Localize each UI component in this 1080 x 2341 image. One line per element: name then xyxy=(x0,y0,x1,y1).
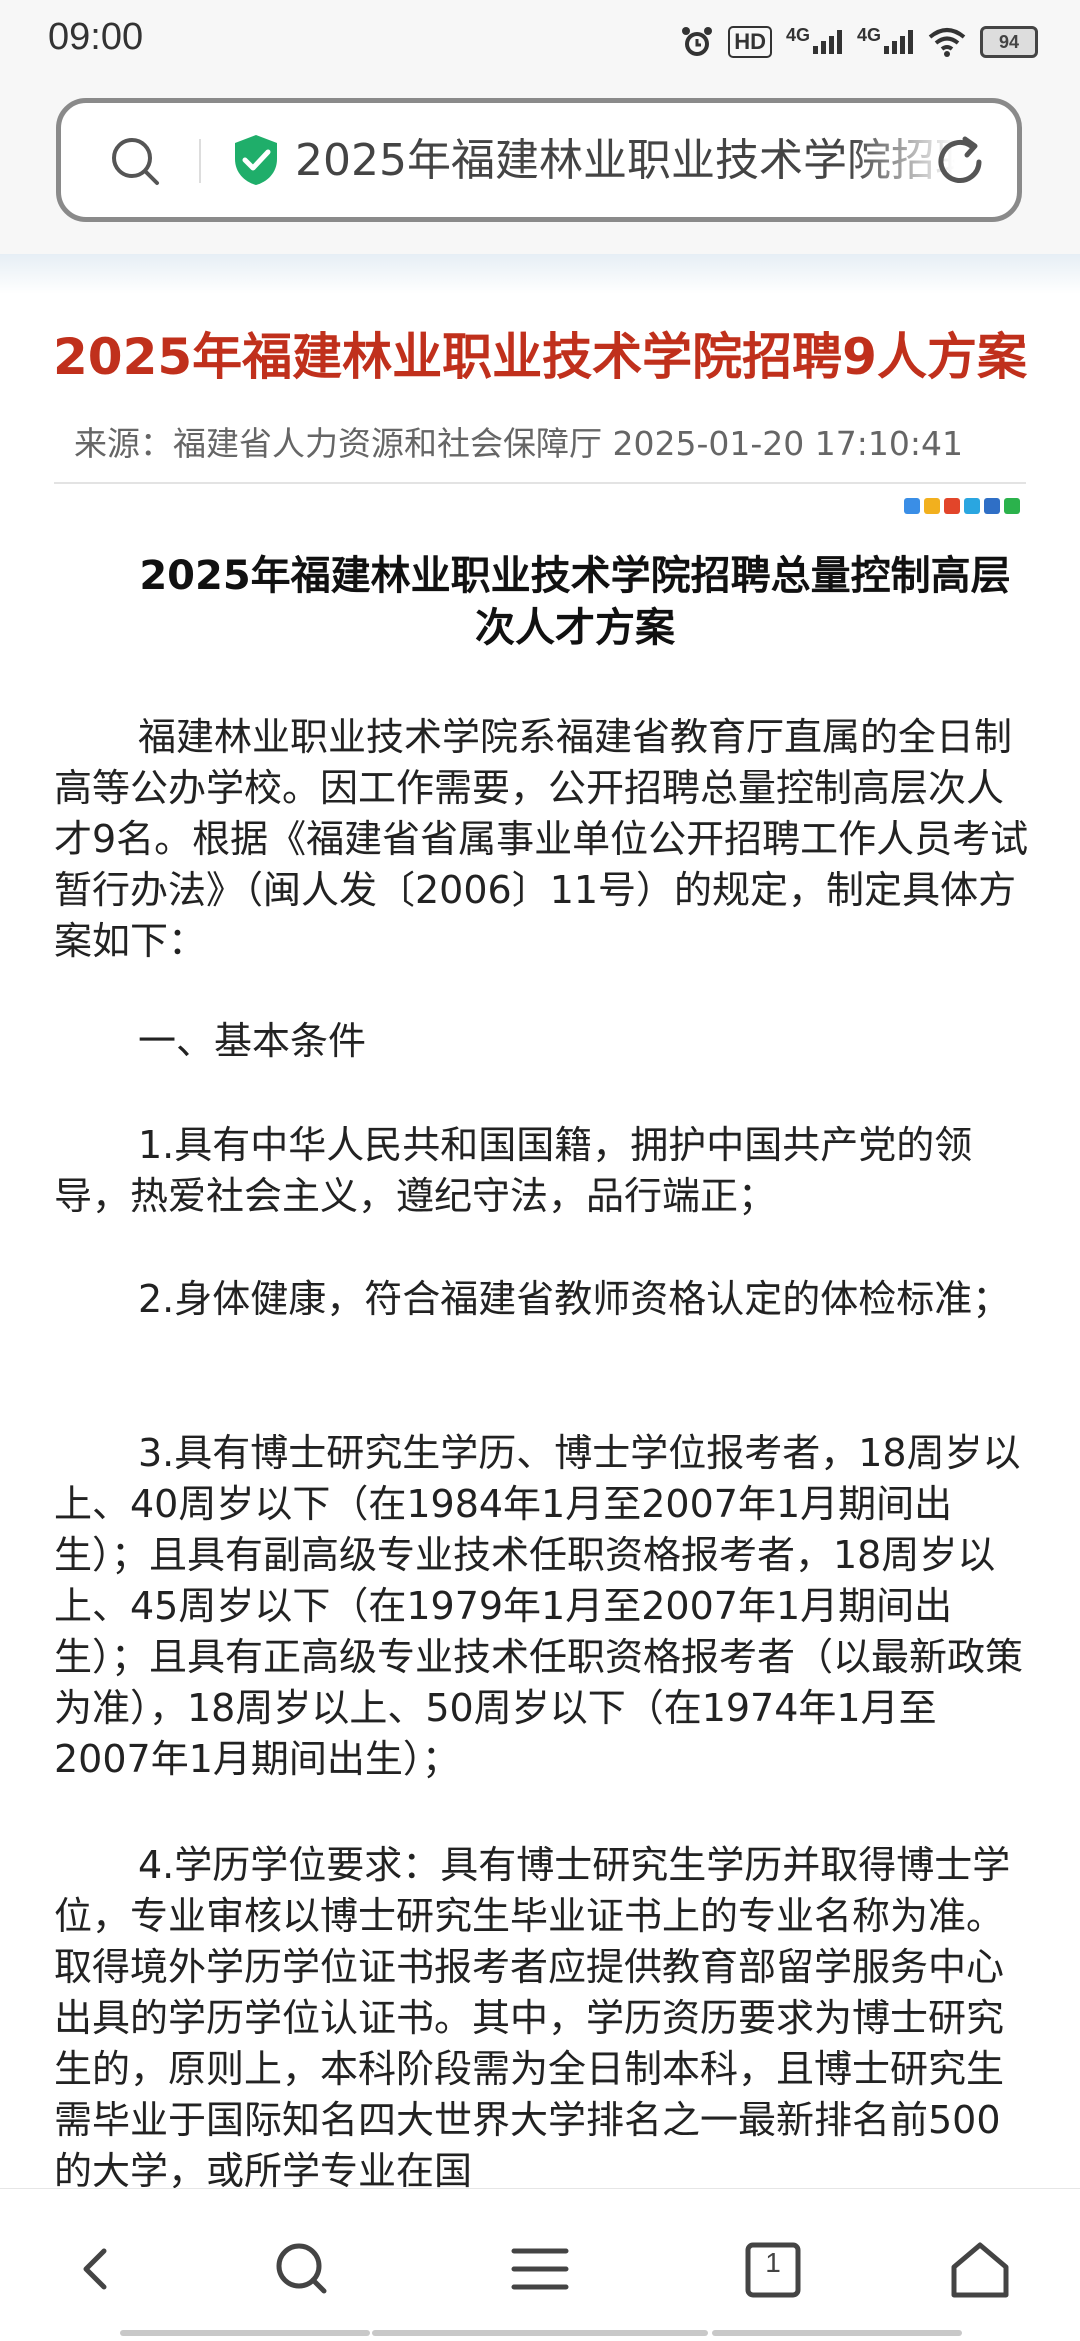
paragraph-text: 福建林业职业技术学院系福建省教育厅直属的全日制高等公办学校。因工作需要，公开招聘… xyxy=(54,715,1029,963)
paragraph-item-3: 3.具有博士研究生学历、博士学位报考者，18周岁以上、40周岁以下（在1984年… xyxy=(54,1428,1032,1785)
status-bar: 09:00 HD 4G 4G 94 xyxy=(0,0,1080,84)
gesture-segment xyxy=(712,2330,962,2336)
paragraph-text: 3.具有博士研究生学历、博士学位报考者，18周岁以上、40周岁以下（在1984年… xyxy=(54,1431,1024,1781)
menu-icon[interactable] xyxy=(508,2237,572,2301)
home-icon[interactable] xyxy=(948,2237,1012,2301)
back-icon[interactable] xyxy=(66,2237,130,2301)
gesture-segment xyxy=(120,2330,370,2336)
document-title: 2025年福建林业职业技术学院招聘总量控制高层次人才方案 xyxy=(139,553,1011,651)
article-headline: 2025年福建林业职业技术学院招聘9人方案 xyxy=(53,328,1027,386)
wifi-icon xyxy=(928,28,966,57)
paragraph-intro: 福建林业职业技术学院系福建省教育厅直属的全日制高等公办学校。因工作需要，公开招聘… xyxy=(54,712,1032,967)
section-heading-text: 一、基本条件 xyxy=(138,1019,367,1063)
battery-icon: 94 xyxy=(980,26,1038,58)
refresh-icon[interactable] xyxy=(931,133,989,191)
signal-4g-icon: 4G xyxy=(857,25,914,54)
alarm-icon xyxy=(682,27,713,56)
gesture-segment xyxy=(372,2330,708,2336)
address-text[interactable]: 2025年福建林业职业技术学院招聘9人方案 xyxy=(295,129,955,193)
secure-shield-icon xyxy=(235,135,277,185)
paragraph-text: 4.学历学位要求：具有博士研究生学历并取得博士学位，专业审核以博士研究生毕业证书… xyxy=(54,1843,1011,2193)
tencent-icon[interactable] xyxy=(964,498,980,514)
tab-count: 1 xyxy=(765,2247,781,2278)
address-divider xyxy=(199,139,201,183)
status-time: 09:00 xyxy=(48,16,144,58)
tabs-button[interactable]: 1 xyxy=(742,2237,806,2301)
network-label: 4G xyxy=(856,25,881,45)
paragraph-item-4: 4.学历学位要求：具有博士研究生学历并取得博士学位，专业审核以博士研究生毕业证书… xyxy=(54,1840,1032,2197)
article-source: 来源：福建省人力资源和社会保障厅 2025-01-20 17:10:41 xyxy=(74,424,963,463)
search-icon[interactable] xyxy=(270,2237,334,2301)
hd-icon: HD xyxy=(728,26,772,58)
renren-icon[interactable] xyxy=(984,498,1000,514)
toolbar-shadow xyxy=(0,254,1080,294)
signal-4g-icon: 4G xyxy=(786,25,843,54)
share-plus-icon[interactable] xyxy=(904,498,920,514)
gesture-bar xyxy=(0,2326,1080,2340)
paragraph-item-1: 1.具有中华人民共和国国籍，拥护中国共产党的领导，热爱社会主义，遵纪守法，品行端… xyxy=(54,1120,1032,1222)
paragraph-text: 1.具有中华人民共和国国籍，拥护中国共产党的领导，热爱社会主义，遵纪守法，品行端… xyxy=(54,1123,973,1218)
browser-toolbar: 2025年福建林业职业技术学院招聘9人方案 xyxy=(0,84,1080,254)
qzone-icon[interactable] xyxy=(924,498,940,514)
source-divider xyxy=(54,482,1026,484)
paragraph-item-2: 2.身体健康，符合福建省教师资格认定的体检标准； xyxy=(54,1274,1032,1325)
share-row xyxy=(904,498,1020,514)
section-heading: 一、基本条件 xyxy=(54,1016,1032,1067)
wechat-icon[interactable] xyxy=(1004,498,1020,514)
search-icon[interactable] xyxy=(109,135,161,187)
status-icons: HD 4G 4G 94 xyxy=(680,22,1038,62)
paragraph-text: 2.身体健康，符合福建省教师资格认定的体检标准； xyxy=(138,1277,1011,1321)
network-label: 4G xyxy=(785,25,810,45)
bottom-nav: 1 xyxy=(0,2188,1080,2341)
weibo-icon[interactable] xyxy=(944,498,960,514)
address-bar[interactable]: 2025年福建林业职业技术学院招聘9人方案 xyxy=(56,98,1022,222)
